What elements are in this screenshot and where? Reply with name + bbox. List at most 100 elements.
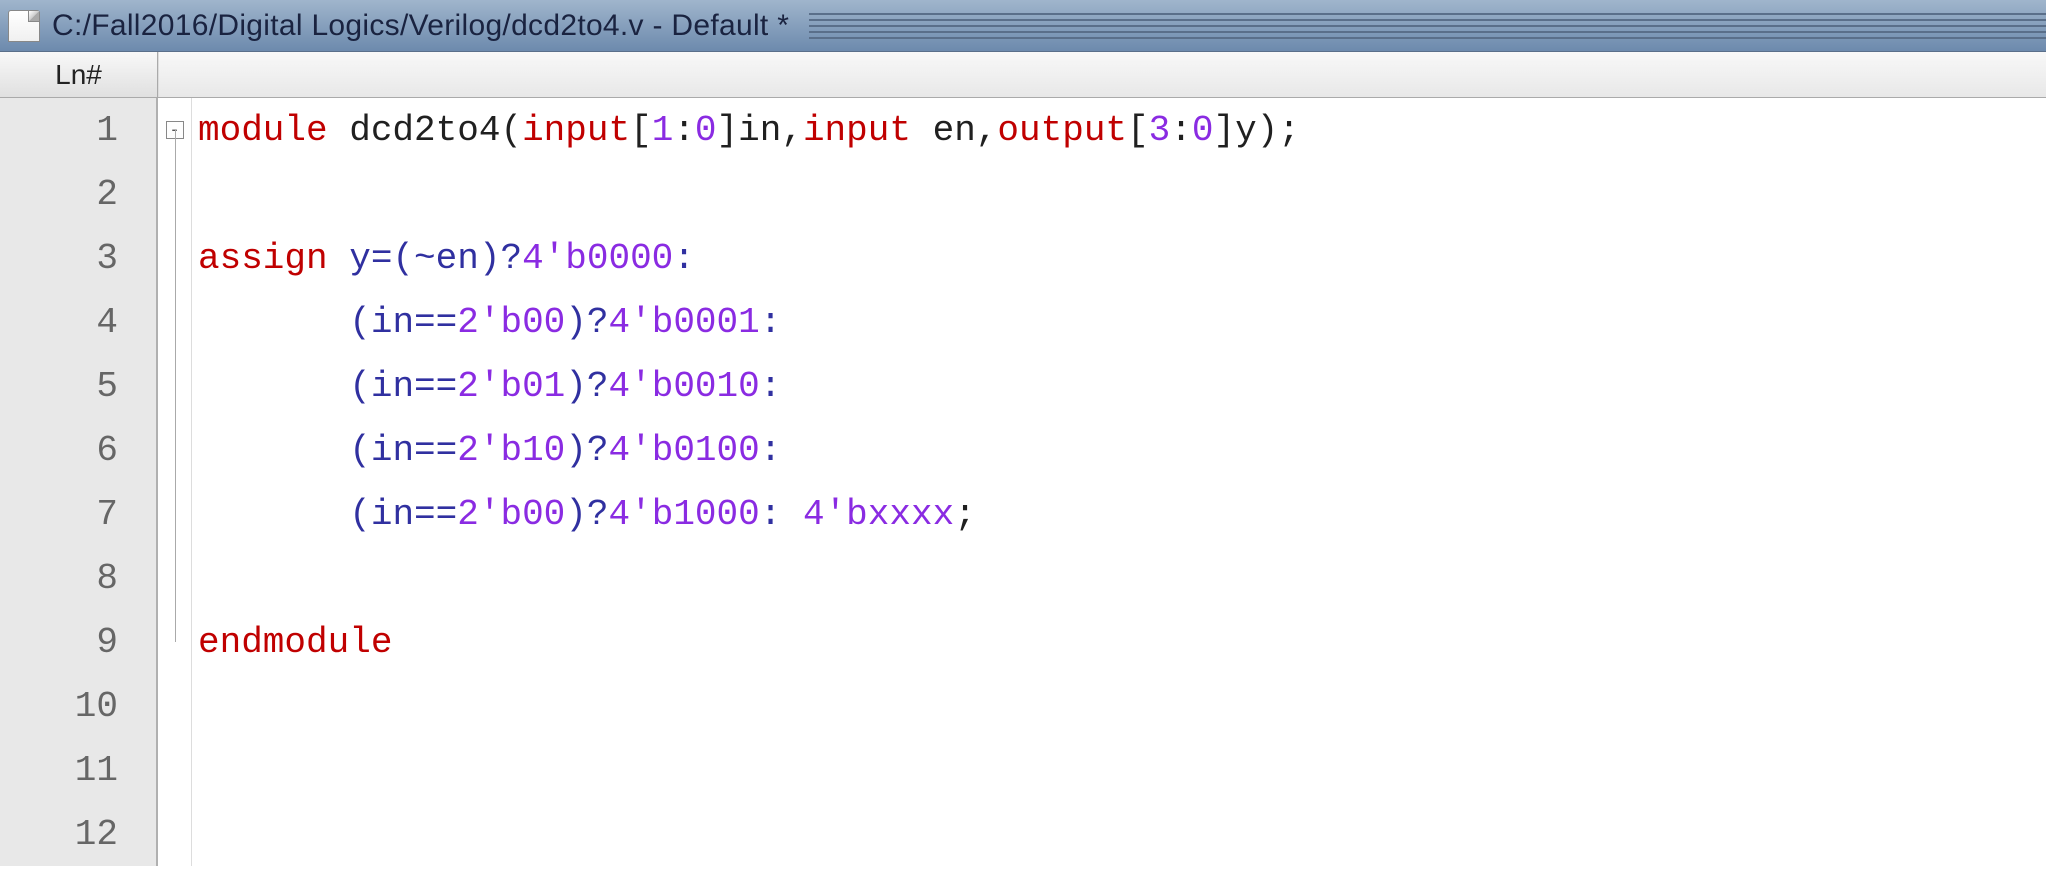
titlebar-path: C:/Fall2016/Digital Logics/Verilog/dcd2t… [52, 9, 789, 43]
fold-guide [175, 418, 176, 482]
code-line[interactable] [198, 738, 2046, 802]
line-number: 10 [0, 674, 156, 738]
code-line[interactable]: assign y=(~en)?4'b0000: [198, 226, 2046, 290]
fold-guide [175, 130, 176, 162]
keyword: module [198, 110, 328, 151]
code-text: [ [1127, 110, 1149, 151]
indent [198, 366, 349, 407]
operator: : [760, 366, 782, 407]
literal: 3 [1149, 110, 1171, 151]
code-text: : [1170, 110, 1192, 151]
operator: )? [565, 302, 608, 343]
literal: 4'b0100 [609, 430, 760, 471]
code-text: [ [630, 110, 652, 151]
literal: 0 [695, 110, 717, 151]
fold-guide [175, 162, 176, 226]
code-text: dcd2to4( [328, 110, 522, 151]
literal: 4'b1000 [609, 494, 760, 535]
line-number: 1 [0, 98, 156, 162]
keyword: input [803, 110, 911, 151]
keyword: input [522, 110, 630, 151]
literal: 4'b0010 [609, 366, 760, 407]
fold-cell [158, 802, 191, 866]
fold-cell [158, 610, 191, 674]
line-number: 12 [0, 802, 156, 866]
titlebar[interactable]: C:/Fall2016/Digital Logics/Verilog/dcd2t… [0, 0, 2046, 52]
operator: )? [565, 430, 608, 471]
operator: : [673, 238, 695, 279]
literal: 4'b0001 [609, 302, 760, 343]
fold-cell [158, 674, 191, 738]
line-number: 7 [0, 482, 156, 546]
code-line[interactable] [198, 546, 2046, 610]
literal: 2'b00 [457, 494, 565, 535]
line-number: 4 [0, 290, 156, 354]
file-icon [8, 10, 40, 42]
code-line[interactable]: endmodule [198, 610, 2046, 674]
line-number: 11 [0, 738, 156, 802]
literal: 0 [1192, 110, 1214, 151]
indent [198, 494, 349, 535]
fold-guide [175, 482, 176, 546]
editor-header: Ln# [0, 52, 2046, 98]
line-number: 5 [0, 354, 156, 418]
operator: )? [565, 366, 608, 407]
fold-guide [175, 290, 176, 354]
line-number: 2 [0, 162, 156, 226]
code-line[interactable]: (in==2'b00)?4'b1000: 4'bxxxx; [198, 482, 2046, 546]
fold-cell [158, 354, 191, 418]
indent [198, 430, 349, 471]
code-text: ]in, [717, 110, 803, 151]
operator: : [760, 494, 803, 535]
keyword: endmodule [198, 622, 392, 663]
operator: : [760, 302, 782, 343]
line-number-header[interactable]: Ln# [0, 52, 158, 97]
line-number: 3 [0, 226, 156, 290]
code-text: : [673, 110, 695, 151]
titlebar-grip [809, 13, 2046, 39]
line-number: 9 [0, 610, 156, 674]
fold-guide [175, 226, 176, 290]
code-line[interactable]: (in==2'b00)?4'b0001: [198, 290, 2046, 354]
code-line[interactable]: (in==2'b01)?4'b0010: [198, 354, 2046, 418]
code-line[interactable] [198, 674, 2046, 738]
code-line[interactable] [198, 802, 2046, 866]
fold-cell [158, 418, 191, 482]
fold-guide [175, 610, 176, 642]
indent [198, 302, 349, 343]
fold-cell [158, 738, 191, 802]
literal: 2'b00 [457, 302, 565, 343]
literal: 4'b0000 [522, 238, 673, 279]
line-number: 8 [0, 546, 156, 610]
code-line[interactable]: (in==2'b10)?4'b0100: [198, 418, 2046, 482]
fold-guide [175, 354, 176, 418]
code-line[interactable] [198, 162, 2046, 226]
operator: (in== [349, 494, 457, 535]
operator: (in== [349, 430, 457, 471]
fold-cell [158, 226, 191, 290]
editor-header-spacer [158, 52, 2046, 97]
literal: 2'b01 [457, 366, 565, 407]
literal: 2'b10 [457, 430, 565, 471]
fold-cell [158, 162, 191, 226]
line-number: 6 [0, 418, 156, 482]
operator: )? [565, 494, 608, 535]
fold-cell[interactable]: - [158, 98, 191, 162]
code-text: en, [911, 110, 997, 151]
operator: y=(~en)? [328, 238, 522, 279]
operator: : [760, 430, 782, 471]
keyword: assign [198, 238, 328, 279]
fold-cell [158, 290, 191, 354]
fold-cell [158, 546, 191, 610]
fold-gutter: - [158, 98, 192, 866]
editor-area: 1 2 3 4 5 6 7 8 9 10 11 12 - module dcd2… [0, 98, 2046, 866]
code-area[interactable]: module dcd2to4(input[1:0]in,input en,out… [192, 98, 2046, 866]
operator: (in== [349, 366, 457, 407]
literal: 1 [652, 110, 674, 151]
literal: 4'bxxxx [803, 494, 954, 535]
line-number-gutter[interactable]: 1 2 3 4 5 6 7 8 9 10 11 12 [0, 98, 158, 866]
code-text: ]y); [1213, 110, 1299, 151]
keyword: output [997, 110, 1127, 151]
code-line[interactable]: module dcd2to4(input[1:0]in,input en,out… [198, 98, 2046, 162]
operator: (in== [349, 302, 457, 343]
